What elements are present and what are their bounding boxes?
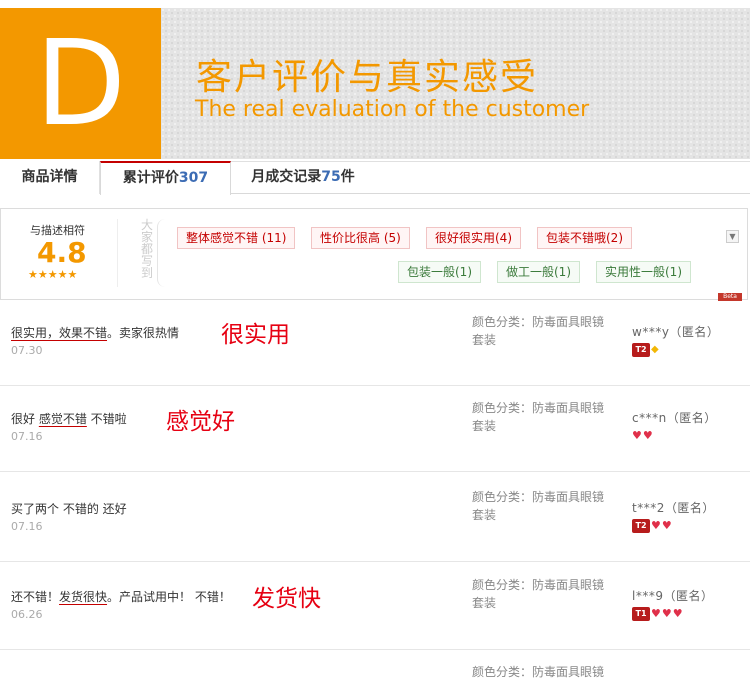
review-text: 还不错！: [11, 590, 60, 604]
heart-icon: ♥: [632, 429, 642, 442]
review-sku: 颜色分类：防毒面具眼镜: [472, 663, 612, 681]
banner-subtitle: The real evaluation of the customer: [195, 97, 590, 122]
level-badge: T2: [632, 343, 650, 357]
review-sku: 颜色分类：防毒面具眼镜套装: [472, 576, 612, 612]
tab-count: 75: [321, 169, 341, 185]
review-date: 06.26: [11, 608, 43, 621]
reviewer-name: w***y（匿名）: [632, 325, 720, 339]
heart-icon: ♥: [661, 519, 672, 532]
review-text: 不错啦: [86, 412, 127, 426]
review-annotation: 很实用: [221, 322, 290, 348]
banner-title: 客户评价与真实感受: [196, 57, 539, 98]
tab-count: 307: [178, 170, 209, 186]
tab-monthly-sales[interactable]: 月成交记录75件: [232, 161, 374, 194]
heart-icon: ♥: [661, 607, 672, 620]
review-row: 买了两个 不错的 还好 07.16 颜色分类：防毒面具眼镜套装 t***2（匿名…: [0, 472, 750, 562]
highlighted-phrase: 很实用，效果不错: [11, 326, 108, 340]
sku-label: 颜色分类：: [472, 315, 533, 329]
review-row: 还不错！发货很快。产品试用中！ 不错！ 06.26 发货快 颜色分类：防毒面具眼…: [0, 562, 750, 650]
tab-label: 商品详情: [21, 169, 78, 185]
tab-suffix: 件: [340, 169, 355, 185]
tag-practicality-average[interactable]: 实用性一般(1): [596, 261, 691, 283]
highlighted-phrase: 感觉不错: [38, 412, 87, 426]
review-text: 。产品试用中！ 不错！: [107, 590, 231, 604]
tab-product-details[interactable]: 商品详情: [0, 161, 100, 194]
detail-tabbar: 商品详情 累计评价307 月成交记录75件: [0, 161, 750, 195]
review-date: 07.16: [11, 430, 43, 443]
heart-icon: ♥: [651, 607, 661, 620]
sku-label: 颜色分类：: [472, 665, 533, 679]
review-content: 买了两个 不错的 还好: [11, 500, 127, 517]
brace-divider: [157, 219, 165, 287]
highlighted-phrase: 发货很快: [59, 590, 108, 604]
tag-overall-good[interactable]: 整体感觉不错 (11): [177, 227, 296, 249]
heart-icon: ♥: [672, 607, 683, 620]
tab-label: 月成交记录: [251, 169, 322, 185]
header-banner: D 客户评价与真实感受 The real evaluation of the c…: [0, 0, 750, 160]
section-letter: D: [35, 14, 126, 152]
rating-summary: 与描述相符 4.8 ★★★★★ 大家都写到 整体感觉不错 (11) 性价比很高 …: [0, 208, 748, 301]
review-row: 很实用，效果不错。卖家很热情 07.30 很实用 颜色分类：防毒面具眼镜套装 w…: [0, 300, 750, 386]
review-date: 07.16: [11, 520, 43, 533]
review-row: 很好 感觉不错 不错啦 07.16 感觉好 颜色分类：防毒面具眼镜套装 c***…: [0, 386, 750, 472]
review-sku: 颜色分类：防毒面具眼镜套装: [472, 488, 612, 524]
reviewer-badges: T2 ◆: [632, 343, 659, 357]
chevron-down-icon[interactable]: ▼: [726, 230, 739, 243]
review-text: 。卖家很热情: [107, 326, 180, 340]
review-annotation: 发货快: [252, 586, 321, 612]
reviewer-badges: T2 ♥ ♥: [632, 519, 672, 533]
review-content: 还不错！发货很快。产品试用中！ 不错！: [11, 588, 231, 605]
heart-icon: ♥: [651, 519, 661, 532]
tag-packaging-average[interactable]: 包装一般(1): [398, 261, 481, 283]
tag-workmanship-average[interactable]: 做工一般(1): [497, 261, 580, 283]
tag-good-packaging[interactable]: 包装不错哦(2): [537, 227, 632, 249]
section-letter-box: D: [0, 8, 161, 159]
sku-label: 颜色分类：: [472, 578, 533, 592]
review-date: 07.30: [11, 344, 43, 357]
review-row: 颜色分类：防毒面具眼镜: [0, 650, 750, 679]
diamond-icon: ◆: [651, 344, 659, 355]
everyone-wrote-label: 大家都写到: [140, 218, 153, 280]
rating-stars: ★★★★★: [28, 268, 78, 281]
heart-icon: ♥: [642, 429, 653, 442]
tag-good-value[interactable]: 性价比很高 (5): [311, 227, 410, 249]
sku-label: 颜色分类：: [472, 401, 533, 415]
reviewer-badges: ♥ ♥: [632, 429, 653, 443]
sku-label: 颜色分类：: [472, 490, 533, 504]
reviewer-name: l***9（匿名）: [632, 589, 714, 603]
review-annotation: 感觉好: [166, 409, 235, 435]
level-badge: T1: [632, 607, 650, 621]
tag-practical[interactable]: 很好很实用(4): [426, 227, 521, 249]
rating-score: 4.8: [37, 236, 87, 269]
reviewer-badges: T1 ♥ ♥ ♥: [632, 607, 683, 621]
divider: [117, 219, 118, 287]
review-content: 很好 感觉不错 不错啦: [11, 410, 127, 427]
review-sku: 颜色分类：防毒面具眼镜套装: [472, 399, 612, 435]
review-text: 买了两个 不错的 还好: [11, 502, 127, 516]
level-badge: T2: [632, 519, 650, 533]
reviewer-name: c***n（匿名）: [632, 411, 717, 425]
review-content: 很实用，效果不错。卖家很热情: [11, 324, 179, 341]
review-text: 很好: [11, 412, 39, 426]
review-sku: 颜色分类：防毒面具眼镜套装: [472, 313, 612, 349]
sku-value: 防毒面具眼镜: [532, 665, 605, 679]
tab-label: 累计评价: [122, 170, 179, 186]
reviewer-name: t***2（匿名）: [632, 501, 715, 515]
tab-reviews[interactable]: 累计评价307: [100, 161, 231, 195]
